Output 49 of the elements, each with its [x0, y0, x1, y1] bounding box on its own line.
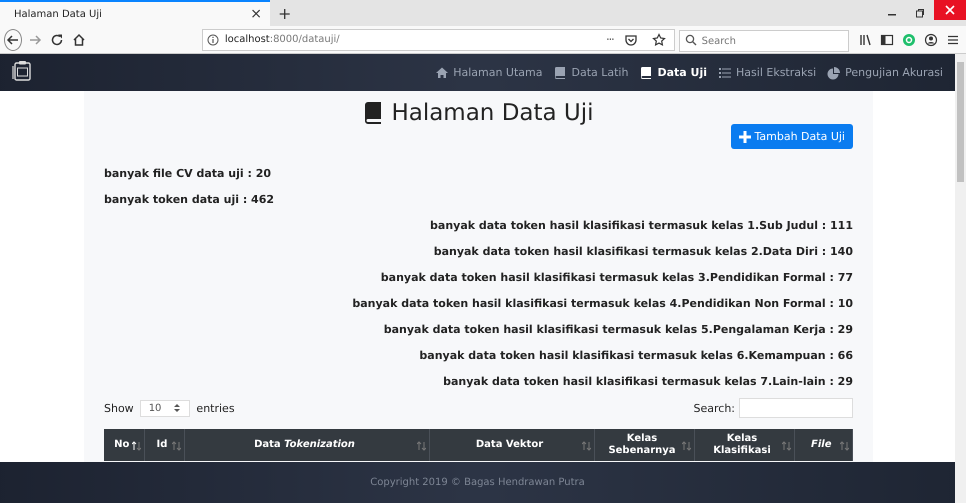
class-count-text: banyak data token hasil klasifikasi termasuk kelas 3.Pendidikan Formal : 77: [380, 270, 853, 286]
class-count-text: banyak data token hasil klasifikasi termasuk kelas 7.Lain-lain : 29: [443, 374, 853, 390]
nav-link[interactable]: Hasil Ekstraksi: [718, 66, 816, 80]
back-icon[interactable]: [4, 28, 22, 50]
more-icon[interactable]: ···: [606, 33, 614, 46]
nav-link[interactable]: Pengujian Akurasi: [827, 66, 943, 80]
book-icon: [639, 66, 654, 80]
column-header[interactable]: Kelas Klasifikasi: [694, 429, 794, 461]
tab-title: Halaman Data Uji: [14, 8, 103, 20]
browser-tab[interactable]: Halaman Data Uji ×: [0, 0, 270, 26]
spinner-arrows-icon: [173, 403, 182, 413]
column-header[interactable]: No: [104, 429, 144, 461]
home-icon: [435, 66, 450, 80]
nav-link[interactable]: Halaman Utama: [435, 66, 542, 80]
add-data-button[interactable]: Tambah Data Uji: [730, 124, 853, 149]
column-header[interactable]: Data Vektor: [429, 429, 594, 461]
nav-link[interactable]: Data Uji: [639, 66, 708, 80]
pie-chart-icon: [827, 66, 842, 80]
info-icon[interactable]: [206, 34, 219, 46]
class-count-text: banyak data token hasil klasifikasi termasuk kelas 5.Pengalaman Kerja : 29: [384, 322, 853, 338]
nav-link[interactable]: Data Latih: [553, 66, 628, 80]
class-count-text: banyak data token hasil klasifikasi termasuk kelas 2.Data Diri : 140: [434, 244, 853, 260]
column-header[interactable]: Id: [144, 429, 184, 461]
entries-label: entries: [196, 402, 235, 414]
book-icon: [363, 102, 384, 124]
list-icon: [718, 66, 732, 80]
class-count-text: banyak data token hasil klasifikasi termasuk kelas 6.Kemampuan : 66: [419, 348, 853, 364]
new-tab-button[interactable]: +: [270, 0, 300, 26]
close-window-icon[interactable]: [934, 0, 966, 20]
class-count-text: banyak data token hasil klasifikasi termasuk kelas 1.Sub Judul : 111: [430, 218, 853, 234]
page-heading: Halaman Data Uji: [391, 100, 594, 126]
summary-text: banyak file CV data uji : 20: [104, 166, 272, 182]
class-count-text: banyak data token hasil klasifikasi termasuk kelas 4.Pendidikan Non Formal : 10: [352, 296, 853, 312]
column-header[interactable]: File: [794, 429, 852, 461]
page-length-select[interactable]: 10: [140, 400, 190, 416]
table-search-field[interactable]: [739, 398, 853, 418]
plus-icon: [738, 130, 751, 142]
search-field[interactable]: Search: [678, 30, 849, 52]
close-tab-button[interactable]: ×: [250, 6, 262, 22]
search-label: Search:: [694, 402, 735, 414]
scrollbar[interactable]: [955, 54, 966, 503]
column-header[interactable]: Data Tokenization: [184, 429, 429, 461]
copyright-text: Copyright 2019 © Bagas Hendrawan Putra: [370, 477, 585, 488]
column-header[interactable]: Kelas Sebenarnya: [594, 429, 694, 461]
book-icon: [553, 66, 568, 80]
show-label: Show: [104, 402, 134, 414]
address-bar[interactable]: localhost:8000/datauji/ ···: [202, 28, 675, 50]
summary-text: banyak token data uji : 462: [104, 192, 276, 208]
url-text: localhost:8000/datauji/: [224, 34, 340, 45]
